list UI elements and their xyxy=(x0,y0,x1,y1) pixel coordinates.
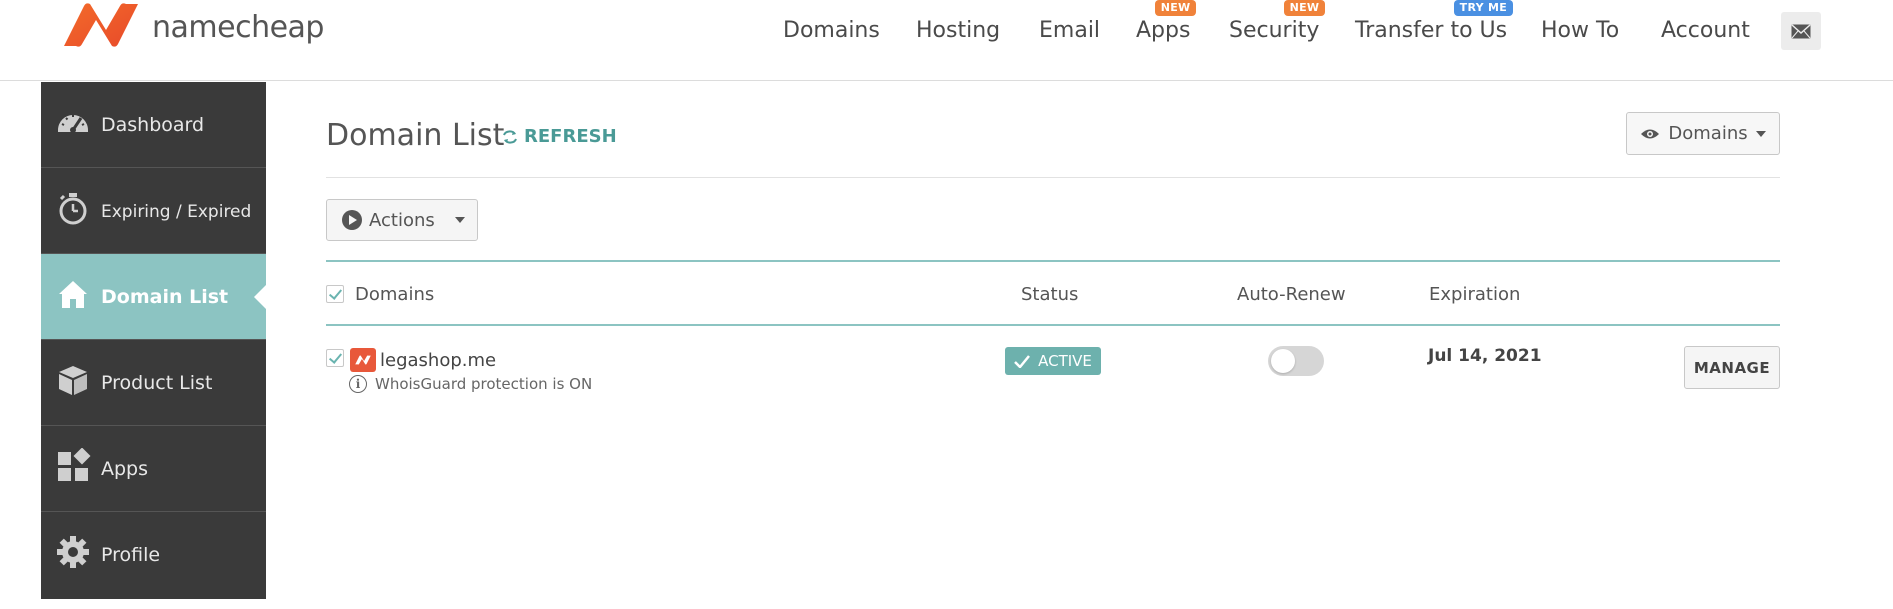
new-badge: NEW xyxy=(1154,0,1197,16)
sidebar-item-label: Apps xyxy=(101,458,149,480)
sidebar-item-label: Dashboard xyxy=(101,114,205,136)
status-text: ACTIVE xyxy=(1038,352,1092,370)
view-dropdown-label: Domains xyxy=(1668,123,1748,144)
actions-label: Actions xyxy=(369,209,435,231)
chevron-down-icon xyxy=(1755,130,1766,137)
nav-transfer[interactable]: Transfer to Us TRY ME xyxy=(1355,0,1514,43)
messages-button[interactable] xyxy=(1781,12,1821,50)
eye-icon xyxy=(1641,129,1660,138)
sidebar-item-domain-list[interactable]: Domain List xyxy=(41,254,266,340)
sidebar-item-label: Expiring / Expired xyxy=(101,202,252,222)
speedometer-icon xyxy=(58,115,88,133)
try-me-badge: TRY ME xyxy=(1453,0,1514,16)
logo-text: namecheap xyxy=(152,10,324,45)
namecheap-domain-icon xyxy=(350,348,376,372)
page-title: Domain List xyxy=(326,118,505,153)
nav-email-label: Email xyxy=(1039,18,1101,43)
play-circle-icon xyxy=(342,210,362,230)
whoisguard-note: i WhoisGuard protection is ON xyxy=(349,375,592,393)
chevron-down-icon xyxy=(454,217,465,223)
sidebar-item-apps[interactable]: Apps xyxy=(41,426,266,512)
whoisguard-text: WhoisGuard protection is ON xyxy=(375,375,593,393)
nav-email[interactable]: Email xyxy=(1039,18,1100,43)
sidebar-item-dashboard[interactable]: Dashboard xyxy=(41,82,266,168)
nav-domains[interactable]: Domains xyxy=(783,18,880,43)
sidebar-item-label: Product List xyxy=(101,372,213,394)
sidebar-item-product-list[interactable]: Product List xyxy=(41,340,266,426)
nav-security[interactable]: Security NEW xyxy=(1229,0,1326,43)
actions-dropdown[interactable]: Actions xyxy=(326,199,478,241)
nav-transfer-label: Transfer to Us xyxy=(1355,18,1508,43)
expiration-date: Jul 14, 2021 xyxy=(1428,346,1542,366)
sidebar-item-label: Domain List xyxy=(101,286,229,308)
nav-how-to[interactable]: How To xyxy=(1541,18,1619,43)
gear-icon xyxy=(57,536,89,568)
new-badge: NEW xyxy=(1283,0,1326,16)
auto-renew-toggle[interactable] xyxy=(1268,346,1324,376)
apps-icon xyxy=(58,448,91,481)
nav-how-to-label: How To xyxy=(1541,18,1620,43)
sidebar-item-profile[interactable]: Profile xyxy=(41,512,266,598)
status-badge: ACTIVE xyxy=(1005,347,1101,375)
select-all-checkbox[interactable] xyxy=(326,285,344,303)
nav-apps-label: Apps xyxy=(1136,18,1191,43)
nav-domains-label: Domains xyxy=(783,18,880,43)
nav-account[interactable]: Account xyxy=(1661,18,1750,43)
manage-button[interactable]: MANAGE xyxy=(1684,346,1780,389)
column-header-status: Status xyxy=(1021,284,1079,305)
nav-apps[interactable]: Apps NEW xyxy=(1136,0,1197,43)
table-header-border xyxy=(326,324,1780,326)
box-icon xyxy=(59,366,87,395)
stopwatch-icon xyxy=(59,193,87,225)
nav-account-label: Account xyxy=(1661,18,1750,43)
home-icon xyxy=(59,281,87,308)
table-top-border xyxy=(326,260,1780,262)
row-checkbox[interactable] xyxy=(326,349,344,367)
sidebar-item-label: Profile xyxy=(101,544,161,566)
column-header-domains: Domains xyxy=(355,284,435,305)
refresh-label: REFRESH xyxy=(524,126,617,147)
namecheap-logo-icon xyxy=(64,3,138,47)
nav-hosting-label: Hosting xyxy=(916,18,1001,43)
refresh-button[interactable]: REFRESH xyxy=(502,126,617,147)
sidebar-item-expiring[interactable]: Expiring / Expired xyxy=(41,168,266,254)
nav-hosting[interactable]: Hosting xyxy=(916,18,1000,43)
column-header-expiration: Expiration xyxy=(1429,284,1521,305)
top-header: namecheap Domains Hosting Email Apps NEW … xyxy=(0,0,1893,81)
domain-name-link[interactable]: legashop.me xyxy=(380,350,496,371)
column-header-auto-renew: Auto-Renew xyxy=(1237,284,1346,305)
namecheap-logo[interactable]: namecheap xyxy=(58,0,324,48)
info-icon: i xyxy=(349,375,367,393)
checkmark-icon xyxy=(1014,354,1031,368)
envelope-icon xyxy=(1791,23,1811,38)
divider xyxy=(326,177,1780,178)
nav-security-label: Security xyxy=(1229,18,1320,43)
view-dropdown[interactable]: Domains xyxy=(1626,112,1780,155)
sidebar: Dashboard Expiring / Expired Domain List… xyxy=(41,82,266,599)
refresh-icon xyxy=(503,129,517,144)
toggle-knob xyxy=(1271,349,1295,373)
